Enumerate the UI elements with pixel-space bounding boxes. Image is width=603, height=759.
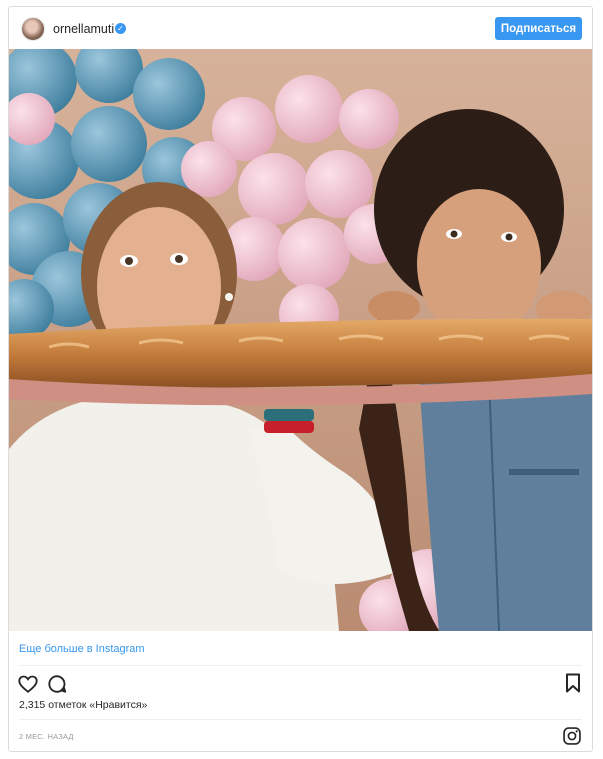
- divider: [19, 719, 582, 720]
- post-timestamp: 2 МЕС. НАЗАД: [19, 732, 74, 741]
- more-on-instagram-link[interactable]: Еще больше в Instagram: [19, 643, 145, 655]
- comment-icon[interactable]: [46, 673, 68, 695]
- post-photo[interactable]: [9, 49, 592, 631]
- likes-count: 2,315 отметок «Нравится»: [19, 699, 148, 711]
- divider: [19, 665, 582, 666]
- verified-badge-icon: ✓: [115, 23, 126, 34]
- post-header: ornellamuti ✓ Подписаться: [9, 7, 592, 51]
- bookmark-icon[interactable]: [564, 673, 582, 693]
- instagram-icon[interactable]: [562, 726, 582, 746]
- username-link[interactable]: ornellamuti: [53, 22, 114, 36]
- instagram-embed-card: ornellamuti ✓ Подписаться Еще больше в I…: [8, 6, 593, 752]
- avatar[interactable]: [21, 17, 45, 41]
- follow-button[interactable]: Подписаться: [495, 17, 582, 40]
- heart-icon[interactable]: [17, 673, 39, 695]
